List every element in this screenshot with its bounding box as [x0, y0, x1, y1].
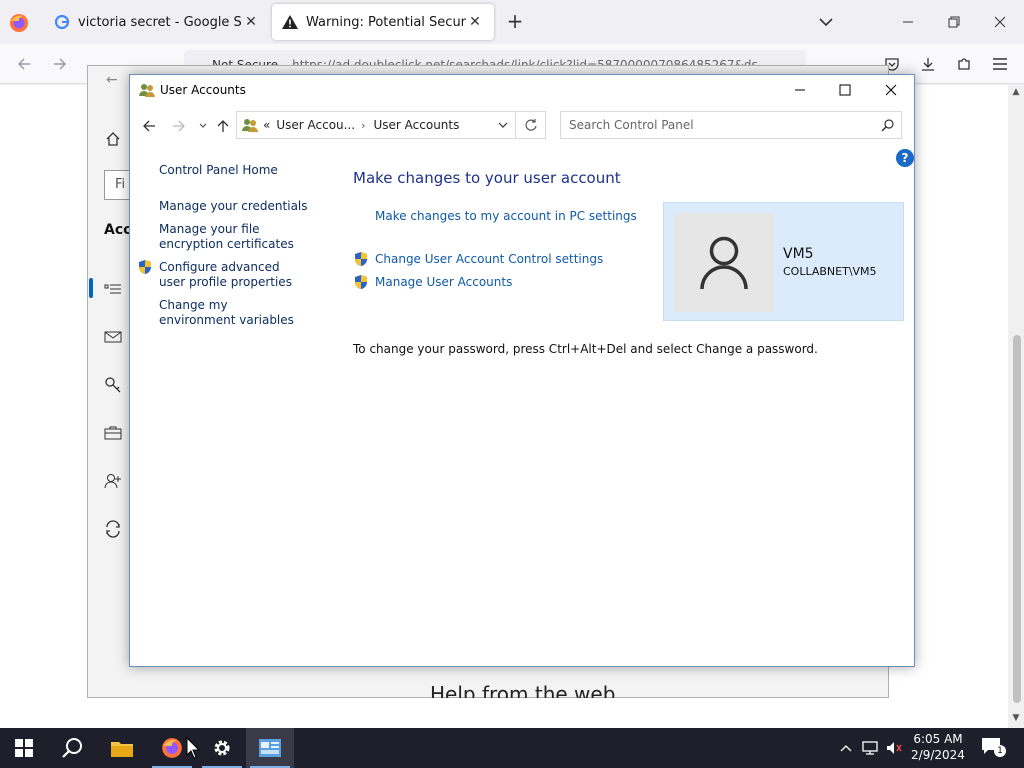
- minimize-icon[interactable]: [896, 10, 920, 34]
- page-title: Make changes to your user account: [353, 169, 621, 187]
- menu-icon[interactable]: [990, 54, 1010, 74]
- password-instructions: To change your password, press Ctrl+Alt+…: [353, 342, 818, 356]
- breadcrumb-overflow[interactable]: «: [263, 118, 270, 132]
- close-tab-icon[interactable]: ✕: [242, 14, 260, 30]
- settings-sidebar: [88, 66, 130, 697]
- minimize-icon[interactable]: [789, 79, 811, 101]
- search-icon: [62, 738, 82, 758]
- help-from-web-heading: Help from the web: [430, 682, 616, 698]
- notification-badge: 1: [994, 745, 1006, 757]
- clock-date: 2/9/2024: [911, 748, 965, 762]
- email-icon[interactable]: [102, 326, 124, 348]
- search-input[interactable]: Search Control Panel: [560, 111, 902, 139]
- file-encryption-link[interactable]: Manage your file encryption certificates: [159, 222, 319, 252]
- search-icon[interactable]: [881, 118, 895, 132]
- forward-arrow-icon[interactable]: [170, 117, 188, 135]
- user-accounts-icon: [242, 119, 258, 132]
- firefox-icon: [162, 738, 182, 758]
- back-arrow-icon[interactable]: [140, 117, 158, 135]
- address-bar[interactable]: « User Accou... › User Accounts: [236, 111, 516, 139]
- manage-user-accounts-link[interactable]: Manage User Accounts: [375, 275, 512, 289]
- file-explorer-button[interactable]: [98, 728, 146, 768]
- firefox-logo-icon[interactable]: [8, 12, 30, 34]
- user-accounts-icon: [139, 84, 155, 97]
- briefcase-icon[interactable]: [102, 422, 124, 444]
- forward-arrow-icon[interactable]: [50, 54, 70, 74]
- address-dropdown-icon[interactable]: [497, 118, 509, 132]
- notification-center-button[interactable]: 1: [980, 736, 1008, 760]
- add-user-icon[interactable]: [102, 470, 124, 492]
- tab-security-warning[interactable]: Warning: Potential Security Risk Ahead ✕: [272, 4, 494, 40]
- taskbar: 6:05 AM 2/9/2024 1: [0, 728, 1024, 768]
- control-panel-taskbar-button[interactable]: [246, 728, 294, 768]
- network-icon[interactable]: [860, 738, 880, 758]
- accounts-heading: Acc: [104, 222, 132, 238]
- scrollbar-thumb[interactable]: [1013, 335, 1021, 703]
- mouse-cursor-icon: [186, 737, 200, 759]
- control-panel-icon: [259, 739, 281, 757]
- advanced-profile-link[interactable]: Configure advanced user profile properti…: [159, 260, 304, 290]
- close-icon[interactable]: [988, 10, 1012, 34]
- start-button[interactable]: [0, 728, 48, 768]
- search-button[interactable]: [48, 728, 96, 768]
- user-domain: COLLABNET\VM5: [783, 265, 877, 278]
- clock[interactable]: 6:05 AM 2/9/2024: [910, 731, 966, 763]
- up-arrow-icon[interactable]: [214, 117, 232, 135]
- shield-icon: [354, 252, 368, 266]
- shield-icon: [138, 260, 152, 274]
- shield-icon: [354, 275, 368, 289]
- scroll-down-icon[interactable]: ▼: [1011, 713, 1021, 723]
- manage-credentials-link[interactable]: Manage your credentials: [159, 199, 329, 214]
- settings-taskbar-button[interactable]: [198, 728, 246, 768]
- list-all-tabs-icon[interactable]: [816, 12, 836, 32]
- page-scrollbar[interactable]: ▲ ▼: [1008, 85, 1024, 728]
- account-info-icon[interactable]: [102, 278, 124, 300]
- breadcrumb-separator-icon[interactable]: ›: [361, 119, 365, 132]
- show-hidden-icons-icon[interactable]: [836, 738, 856, 758]
- new-tab-button[interactable]: +: [504, 10, 526, 32]
- pc-settings-link[interactable]: Make changes to my account in PC setting…: [375, 209, 637, 223]
- user-name: VM5: [783, 246, 814, 262]
- key-icon[interactable]: [102, 374, 124, 396]
- breadcrumb-parent[interactable]: User Accou...: [276, 118, 355, 132]
- google-icon: [54, 14, 70, 30]
- home-icon[interactable]: [102, 128, 124, 150]
- refresh-icon[interactable]: [516, 111, 546, 139]
- breadcrumb-current[interactable]: User Accounts: [374, 118, 460, 132]
- volume-muted-icon[interactable]: [884, 738, 904, 758]
- maximize-icon[interactable]: [834, 79, 856, 101]
- help-icon[interactable]: ?: [896, 149, 914, 167]
- warning-icon: [282, 14, 298, 30]
- back-arrow-icon[interactable]: [14, 54, 34, 74]
- window-title: User Accounts: [160, 83, 246, 97]
- scroll-up-icon[interactable]: ▲: [1011, 87, 1021, 97]
- sync-icon[interactable]: [102, 518, 124, 540]
- environment-variables-link[interactable]: Change my environment variables: [159, 298, 304, 328]
- control-panel-home-link[interactable]: Control Panel Home: [159, 163, 329, 178]
- tab-google-search[interactable]: victoria secret - Google Search ✕: [44, 4, 270, 40]
- restore-icon[interactable]: [942, 10, 966, 34]
- browser-tab-bar: victoria secret - Google Search ✕ Warnin…: [0, 0, 1024, 44]
- tab-title: Warning: Potential Security Risk Ahead: [306, 14, 466, 30]
- clock-time: 6:05 AM: [913, 732, 963, 746]
- active-indicator: [89, 278, 93, 298]
- search-placeholder: Search Control Panel: [569, 118, 694, 132]
- close-tab-icon[interactable]: ✕: [466, 14, 484, 30]
- tab-title: victoria secret - Google Search: [78, 14, 242, 30]
- recent-locations-icon[interactable]: [194, 117, 212, 135]
- uac-settings-link[interactable]: Change User Account Control settings: [375, 252, 603, 266]
- user-accounts-window: User Accounts « User Accou... › User Acc…: [129, 74, 915, 667]
- avatar: [674, 213, 773, 312]
- extensions-icon[interactable]: [954, 54, 974, 74]
- user-tile: VM5 COLLABNET\VM5: [663, 202, 904, 321]
- windows-logo-icon: [15, 739, 33, 757]
- user-silhouette-icon: [699, 236, 748, 289]
- window-titlebar[interactable]: User Accounts: [130, 75, 914, 105]
- folder-icon: [111, 742, 133, 757]
- download-icon[interactable]: [918, 54, 938, 74]
- gear-icon: [214, 740, 230, 756]
- address-row: « User Accou... › User Accounts Search C…: [130, 111, 914, 141]
- close-icon[interactable]: [880, 79, 902, 101]
